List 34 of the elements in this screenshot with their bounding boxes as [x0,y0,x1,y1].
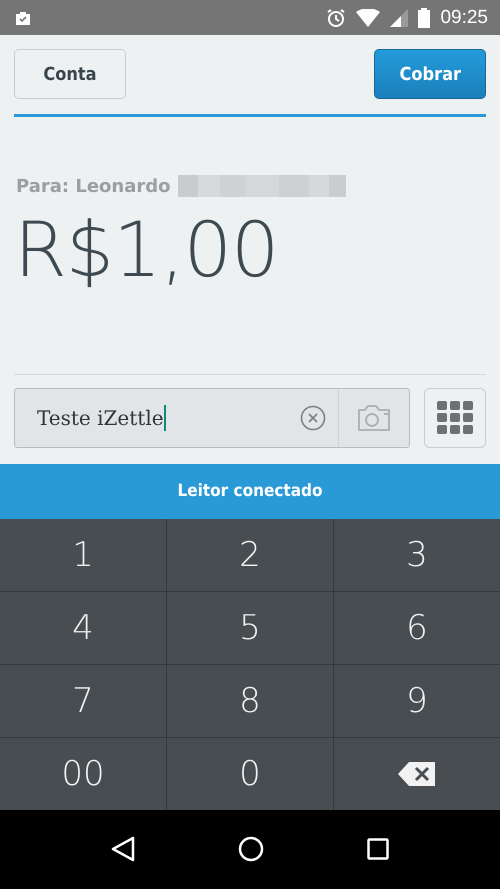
clock-time: 09:25 [440,6,488,28]
backspace-key[interactable] [334,738,500,810]
backspace-icon [397,760,437,786]
home-icon [238,836,264,862]
amount-display: R$1,00 [14,205,280,294]
recents-button[interactable] [366,838,389,860]
wifi-icon [356,8,380,26]
back-button[interactable] [111,836,136,862]
banner-text: Leitor conectado [177,481,323,501]
keypad-key[interactable]: 9 [334,664,500,736]
home-button[interactable] [238,836,264,862]
recents-icon [366,838,389,860]
keypad-key[interactable]: 3 [334,518,500,590]
keypad-key[interactable]: 6 [334,592,500,664]
signal-icon [390,8,408,26]
alarm-icon [326,8,346,28]
description-field[interactable]: Teste iZettle [14,388,410,448]
account-button[interactable]: Conta [14,49,126,99]
keypad-key[interactable]: 8 [167,664,333,736]
grid-button[interactable] [424,388,486,448]
keypad-key[interactable]: 2 [167,518,333,590]
keypad-key[interactable]: 4 [0,592,166,664]
keypad-key[interactable]: 7 [0,664,166,736]
grid-icon [437,400,473,434]
keypad-key[interactable]: 1 [0,518,166,590]
back-icon [111,836,136,862]
field-value: Teste iZettle [37,406,164,430]
battery-icon [418,8,430,28]
keypad-key[interactable]: 5 [167,592,333,664]
keypad-key[interactable]: 00 [0,738,166,810]
recipient-label: Para: Leonardo [16,176,170,196]
clear-icon[interactable] [300,404,326,430]
keypad-key[interactable]: 0 [167,738,333,810]
charge-button[interactable]: Cobrar [374,49,486,99]
